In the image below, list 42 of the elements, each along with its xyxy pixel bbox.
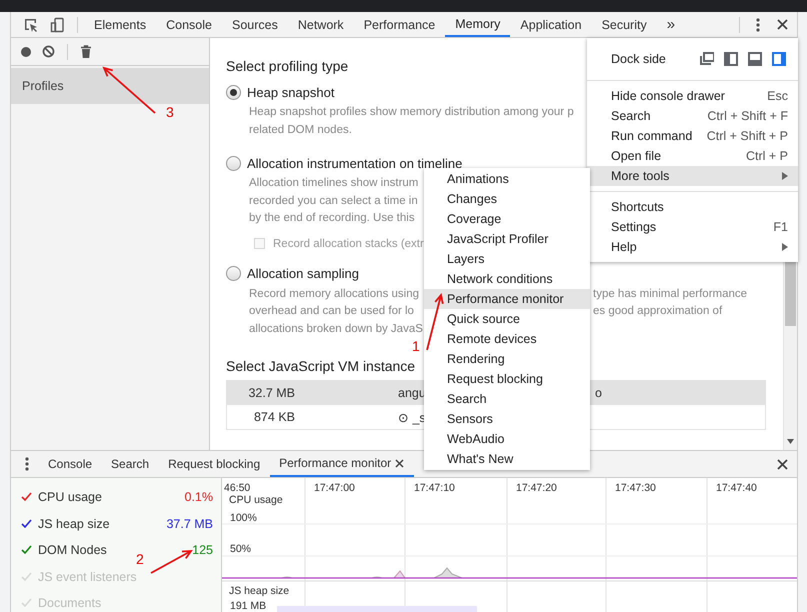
time-label: 17:47:00 [314, 482, 355, 494]
time-label: 17:47:40 [716, 482, 757, 494]
description-text: Record memory allocations using [249, 288, 420, 300]
description-text: overhead and can be used for lo [249, 305, 414, 317]
option-label: Allocation sampling [247, 266, 360, 281]
time-label: 17:47:30 [615, 482, 656, 494]
table-cell: 32.7 MB [248, 386, 295, 400]
checkbox-label: Record allocation stacks (extr [273, 238, 424, 250]
annotation-number: 2 [136, 551, 144, 567]
metric-value: 0.1% [184, 490, 213, 504]
chart-title: CPU usage [229, 494, 283, 506]
section-title: Select JavaScript VM instance [226, 358, 416, 374]
table-cell: o [595, 386, 602, 400]
metric-value: 37.7 MB [166, 516, 213, 531]
description-text: type has minimal performance [593, 286, 748, 302]
metric-label: JS event listeners [38, 570, 138, 584]
description-text: es good approximation of [593, 304, 722, 319]
metric-label: DOM Nodes [38, 543, 108, 558]
option-label: Allocation instrumentation on timeline [247, 156, 462, 170]
metric-label: JS heap size [38, 516, 111, 531]
table-cell: 874 KB [254, 410, 295, 424]
axis-label: 191 MB [230, 600, 266, 612]
metric-value: 125 [192, 543, 213, 558]
description-text: recorded you can select a time in [249, 194, 418, 208]
axis-label: 100% [230, 512, 257, 524]
metric-label: Documents [38, 596, 102, 610]
time-label: 46:50 [224, 482, 250, 494]
time-label: 17:47:10 [414, 482, 455, 494]
section-title: Select profiling type [226, 58, 348, 74]
chart-title: JS heap size [229, 585, 290, 597]
annotation-number: 1 [412, 338, 420, 354]
description-text: related DOM nodes. [249, 122, 352, 138]
dock-side-label: Dock side [611, 52, 667, 66]
metric-label: CPU usage [38, 490, 103, 504]
description-text: Allocation timelines show instrum [249, 176, 418, 191]
option-label: Heap snapshot [247, 84, 334, 100]
axis-label: 50% [230, 543, 252, 555]
description-text: Heap snapshot profiles show memory distribution among your p [249, 105, 574, 120]
description-text: by the end of recording. Use this [249, 211, 415, 226]
description-text: allocations broken down by JavaS [249, 322, 423, 336]
annotation-number: 3 [166, 104, 174, 120]
time-label: 17:47:20 [516, 482, 557, 494]
